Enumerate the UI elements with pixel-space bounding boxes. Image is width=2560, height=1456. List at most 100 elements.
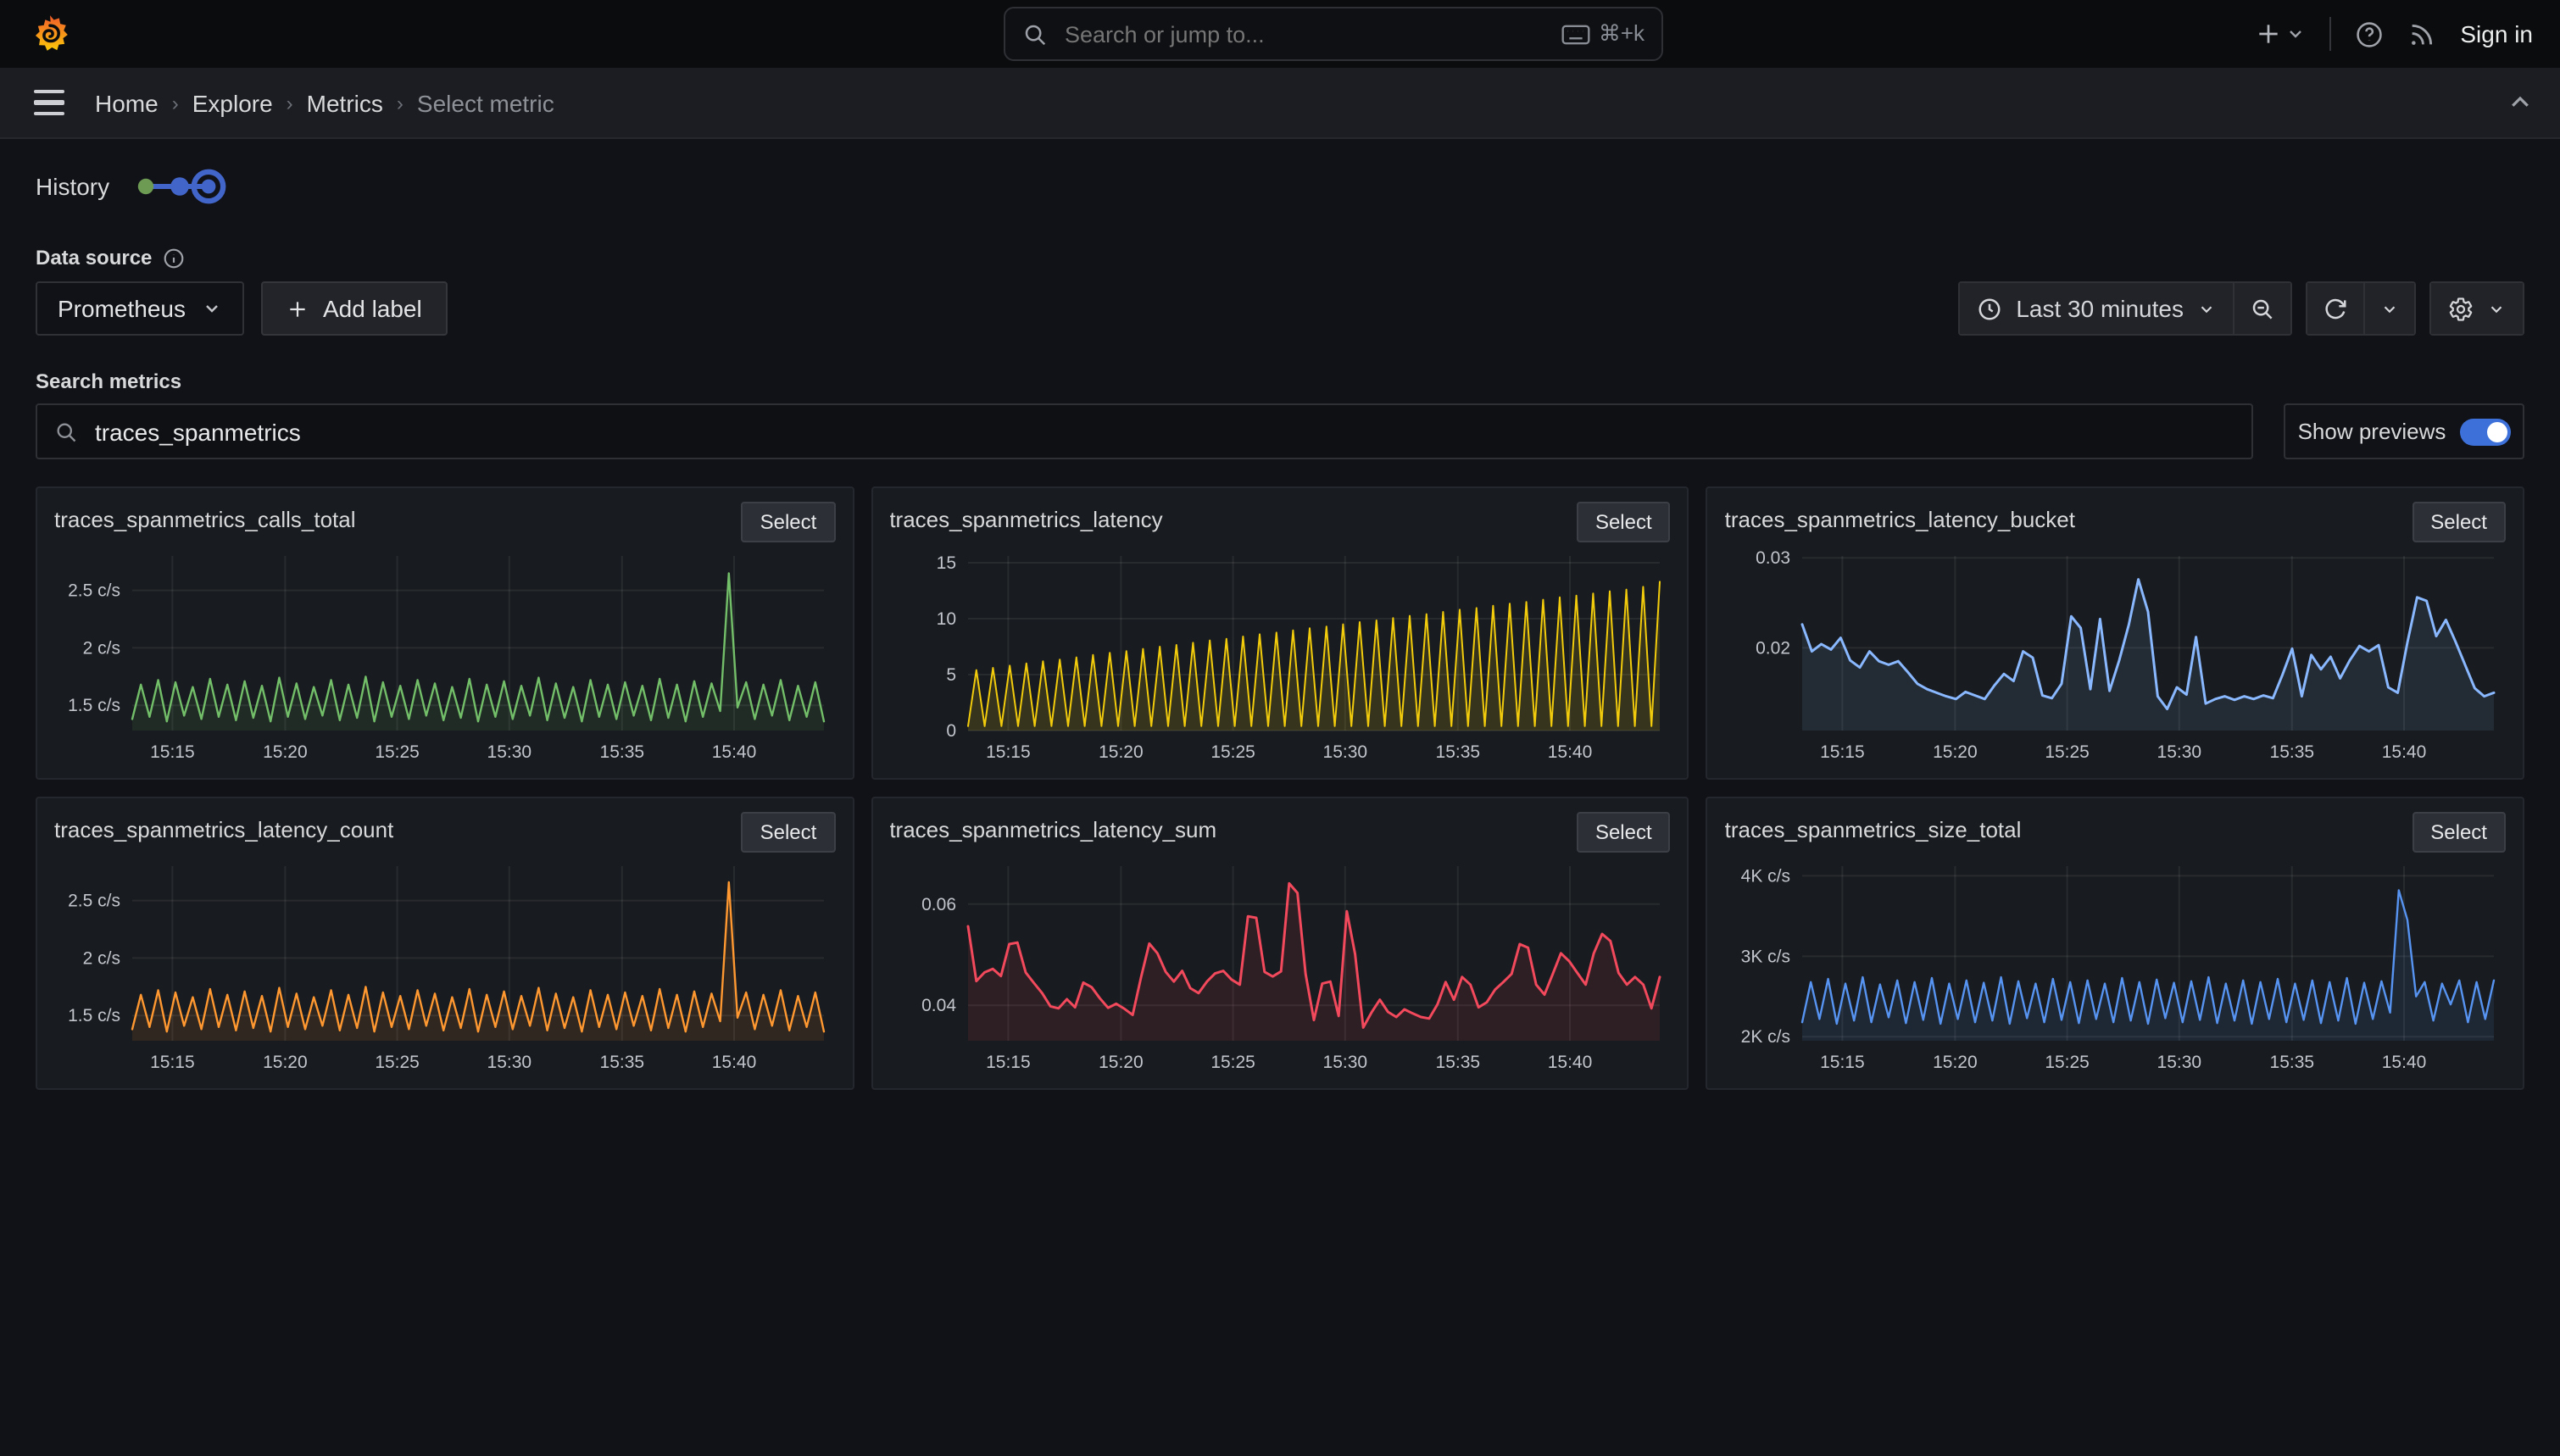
grafana-app: ⌘+k Sign in Home › Explore › Metrics xyxy=(0,0,2560,1456)
svg-text:15:40: 15:40 xyxy=(2382,1053,2427,1072)
svg-text:15:40: 15:40 xyxy=(2382,742,2427,762)
svg-text:15:30: 15:30 xyxy=(1322,742,1367,762)
svg-text:2K c/s: 2K c/s xyxy=(1741,1027,1790,1047)
metric-sparkline: 15:1515:2015:2515:3015:3515:400.060.04 xyxy=(889,853,1670,1086)
svg-text:15:15: 15:15 xyxy=(1821,742,1866,762)
svg-text:1.5 c/s: 1.5 c/s xyxy=(68,696,120,715)
search-metrics-label: Search metrics xyxy=(36,370,2524,393)
sign-in-button[interactable]: Sign in xyxy=(2460,20,2533,47)
chevron-down-icon xyxy=(2285,24,2306,44)
metric-sparkline: 15:1515:2015:2515:3015:3515:402.5 c/s2 c… xyxy=(54,853,835,1086)
metric-chart-svg: 15:1515:2015:2515:3015:3515:400.060.04 xyxy=(889,853,1669,1078)
refresh-icon xyxy=(2323,296,2348,321)
time-range-group: Last 30 minutes xyxy=(1958,281,2292,336)
metric-sparkline: 15:1515:2015:2515:3015:3515:400.030.02 xyxy=(1725,542,2506,776)
data-source-label: Data source xyxy=(36,246,152,270)
history-steps[interactable] xyxy=(133,164,228,208)
top-bar: ⌘+k Sign in xyxy=(0,0,2560,68)
svg-text:15:25: 15:25 xyxy=(1210,742,1255,762)
svg-text:0.03: 0.03 xyxy=(1756,548,1791,568)
grafana-logo-icon[interactable] xyxy=(27,12,71,56)
svg-text:15:20: 15:20 xyxy=(1934,1053,1978,1072)
time-range-picker[interactable]: Last 30 minutes xyxy=(1958,281,2234,336)
zoom-out-button[interactable] xyxy=(2234,281,2292,336)
metric-panel-grid: traces_spanmetrics_calls_total Select 15… xyxy=(36,486,2524,1090)
svg-text:2 c/s: 2 c/s xyxy=(83,948,120,968)
svg-text:15:25: 15:25 xyxy=(375,742,420,762)
metric-panel: traces_spanmetrics_latency_count Select … xyxy=(36,797,854,1090)
add-label-button[interactable]: Add label xyxy=(262,281,448,336)
svg-text:4K c/s: 4K c/s xyxy=(1741,866,1790,886)
refresh-button[interactable] xyxy=(2306,281,2365,336)
svg-text:15:40: 15:40 xyxy=(1547,1053,1592,1072)
svg-text:15:25: 15:25 xyxy=(2045,1053,2090,1072)
keyboard-icon xyxy=(1561,23,1590,45)
svg-text:15:25: 15:25 xyxy=(2045,742,2090,762)
select-metric-button[interactable]: Select xyxy=(742,812,836,853)
breadcrumb-separator: › xyxy=(397,91,403,114)
svg-text:0.02: 0.02 xyxy=(1756,638,1791,658)
keyboard-shortcut-hint: ⌘+k xyxy=(1561,20,1645,47)
settings-button[interactable] xyxy=(2429,281,2524,336)
new-menu-button[interactable] xyxy=(2255,20,2306,47)
topbar-divider xyxy=(2329,17,2331,51)
info-icon[interactable] xyxy=(162,247,184,269)
chevron-down-icon xyxy=(2197,299,2216,318)
svg-text:0: 0 xyxy=(946,721,956,741)
help-icon[interactable] xyxy=(2355,19,2384,48)
breadcrumb-explore[interactable]: Explore xyxy=(192,89,273,116)
svg-text:2 c/s: 2 c/s xyxy=(83,638,120,658)
svg-text:1.5 c/s: 1.5 c/s xyxy=(68,1006,120,1025)
metric-chart-svg: 15:15 15:20 15:25 15:30 15:35 15:40 15 10 5 0 xyxy=(889,542,1669,768)
global-search[interactable]: ⌘+k xyxy=(1004,7,1663,61)
news-rss-icon[interactable] xyxy=(2407,19,2436,48)
select-metric-button[interactable]: Select xyxy=(1577,812,1671,853)
chevron-up-icon[interactable] xyxy=(2507,90,2533,115)
history-step-dot xyxy=(137,179,153,194)
select-metric-button[interactable]: Select xyxy=(2412,812,2506,853)
svg-text:15:40: 15:40 xyxy=(712,1053,757,1072)
svg-text:15:40: 15:40 xyxy=(712,742,757,762)
show-previews-label: Show previews xyxy=(2298,419,2446,444)
global-search-input[interactable] xyxy=(1061,19,1548,48)
gear-icon xyxy=(2448,296,2474,321)
svg-text:15:20: 15:20 xyxy=(1098,742,1143,762)
breadcrumb-separator: › xyxy=(172,91,179,114)
svg-text:15:15: 15:15 xyxy=(1821,1053,1866,1072)
data-source-picker[interactable]: Prometheus xyxy=(36,281,245,336)
chevron-down-icon xyxy=(2487,299,2506,318)
breadcrumb-home[interactable]: Home xyxy=(95,89,159,116)
svg-text:15:20: 15:20 xyxy=(263,742,308,762)
breadcrumb-bar: Home › Explore › Metrics › Select metric xyxy=(0,68,2560,139)
svg-text:15:35: 15:35 xyxy=(600,742,645,762)
refresh-group xyxy=(2306,281,2416,336)
search-icon xyxy=(1022,21,1048,47)
svg-text:15:15: 15:15 xyxy=(985,742,1030,762)
svg-text:15: 15 xyxy=(936,553,955,573)
svg-text:15:15: 15:15 xyxy=(150,1053,195,1072)
history-label: History xyxy=(36,173,109,200)
svg-text:10: 10 xyxy=(936,609,955,629)
svg-text:15:35: 15:35 xyxy=(1435,742,1480,762)
breadcrumb-separator: › xyxy=(287,91,293,114)
svg-text:5: 5 xyxy=(946,665,956,685)
zoom-out-icon xyxy=(2250,296,2275,321)
select-metric-button[interactable]: Select xyxy=(1577,502,1671,542)
svg-text:15:20: 15:20 xyxy=(263,1053,308,1072)
search-metrics-input[interactable] xyxy=(92,416,2234,447)
show-previews-toggle[interactable] xyxy=(2459,418,2510,445)
menu-toggle-icon[interactable] xyxy=(27,83,71,123)
metric-chart-svg: 15:1515:2015:2515:3015:3515:402.5 c/s2 c… xyxy=(54,542,834,768)
show-previews-control: Show previews xyxy=(2284,403,2524,459)
svg-text:15:15: 15:15 xyxy=(985,1053,1030,1072)
svg-text:15:30: 15:30 xyxy=(2157,742,2202,762)
metric-chart-svg: 15:1515:2015:2515:3015:3515:400.030.02 xyxy=(1725,542,2505,768)
breadcrumb-metrics[interactable]: Metrics xyxy=(307,89,383,116)
select-metric-button[interactable]: Select xyxy=(2412,502,2506,542)
refresh-interval-dropdown[interactable] xyxy=(2365,281,2416,336)
svg-text:2.5 c/s: 2.5 c/s xyxy=(68,892,120,911)
select-metric-button[interactable]: Select xyxy=(742,502,836,542)
chevron-down-icon xyxy=(203,298,223,319)
svg-text:15:30: 15:30 xyxy=(487,742,532,762)
svg-text:15:40: 15:40 xyxy=(1547,742,1592,762)
